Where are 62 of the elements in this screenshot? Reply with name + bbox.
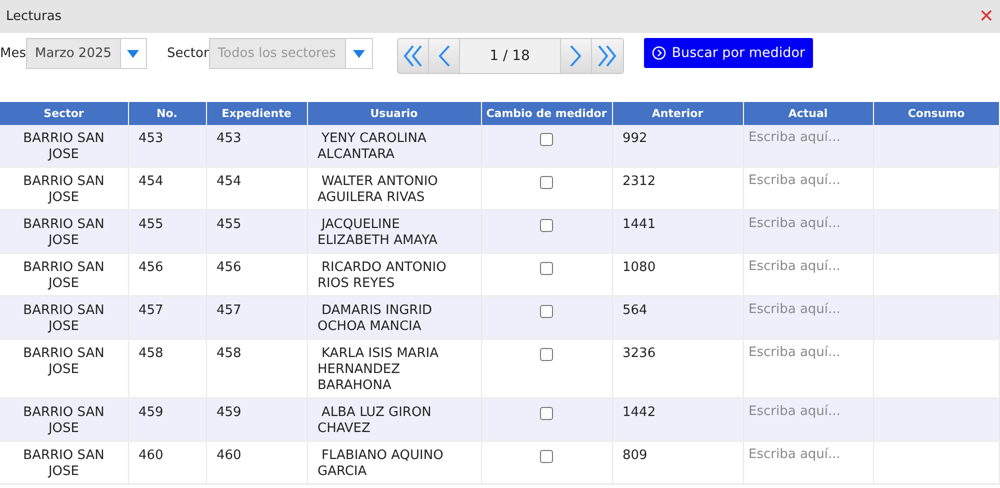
table-cell: 460 — [128, 441, 206, 484]
table-cell: 1441 — [612, 210, 743, 253]
page-indicator: 1 / 18 — [460, 39, 561, 73]
input-field[interactable]: Escriba aquí... — [748, 402, 868, 421]
column-header: Sector — [0, 102, 128, 125]
column-header: Anterior — [612, 102, 743, 125]
table-cell: BARRIO SAN JOSE — [0, 210, 128, 253]
table-cell: FLABIANO AQUINO GARCIA — [307, 441, 481, 484]
checkbox[interactable] — [540, 133, 553, 146]
table-cell: 457 — [206, 296, 307, 339]
filter-label: Mes — [0, 46, 26, 61]
table-cell: 453 — [206, 125, 307, 167]
table-cell: 459 — [206, 398, 307, 441]
table-cell: BARRIO SAN JOSE — [0, 296, 128, 339]
checkbox[interactable] — [540, 348, 553, 361]
filter-label: Sector — [167, 46, 209, 61]
double-chevron-right-icon — [597, 45, 618, 67]
input-field[interactable]: Escriba aquí... — [748, 445, 868, 464]
checkbox[interactable] — [540, 262, 553, 275]
input-field[interactable]: Escriba aquí... — [748, 171, 868, 190]
close-button[interactable]: ✕ — [974, 6, 998, 27]
table-cell: 460 — [206, 441, 307, 484]
table-cell: BARRIO SAN JOSE — [0, 125, 128, 167]
table-cell: 564 — [612, 296, 743, 339]
chevron-left-icon — [436, 45, 451, 67]
table-cell: 992 — [612, 125, 743, 167]
checkbox[interactable] — [540, 407, 553, 420]
table-cell: BARRIO SAN JOSE — [0, 441, 128, 484]
double-chevron-left-icon — [402, 45, 423, 67]
column-header: Consumo — [873, 102, 1000, 125]
table-cell: ALBA LUZ GIRON CHAVEZ — [307, 398, 481, 441]
window-title: Lecturas — [6, 9, 62, 24]
search-button[interactable]: Buscar por medidor — [644, 38, 814, 68]
column-header: Actual — [743, 102, 873, 125]
input-field[interactable]: Escriba aquí... — [748, 343, 868, 362]
caret-icon — [127, 50, 140, 58]
table-cell: 453 — [128, 125, 206, 167]
chevron-right-icon — [568, 45, 583, 67]
table-cell: 809 — [612, 441, 743, 484]
checkbox[interactable] — [540, 305, 553, 318]
checkbox[interactable] — [540, 176, 553, 189]
table-cell: YENY CAROLINA ALCANTARA — [307, 125, 481, 167]
input-field[interactable]: Escriba aquí... — [748, 128, 868, 147]
column-header: No. — [128, 102, 206, 125]
column-header: Expediente — [206, 102, 307, 125]
table-cell: 459 — [128, 398, 206, 441]
table-cell: 455 — [206, 210, 307, 253]
checkbox[interactable] — [540, 450, 553, 463]
checkbox[interactable] — [540, 219, 553, 232]
table-cell: DAMARIS INGRID OCHOA MANCIA — [307, 296, 481, 339]
dropdown[interactable]: Marzo 2025 — [26, 38, 147, 69]
table-cell: BARRIO SAN JOSE — [0, 398, 128, 441]
input-field[interactable]: Escriba aquí... — [748, 214, 868, 233]
input-field[interactable]: Escriba aquí... — [748, 257, 868, 276]
column-header: Usuario — [307, 102, 481, 125]
table-cell: 455 — [128, 210, 206, 253]
table-cell: 457 — [128, 296, 206, 339]
caret-icon — [352, 50, 365, 58]
column-header: Cambio de medidor — [481, 102, 612, 125]
table-cell: 1442 — [612, 398, 743, 441]
table-cell: JACQUELINE ELIZABETH AMAYA — [307, 210, 481, 253]
input-field[interactable]: Escriba aquí... — [748, 300, 868, 319]
